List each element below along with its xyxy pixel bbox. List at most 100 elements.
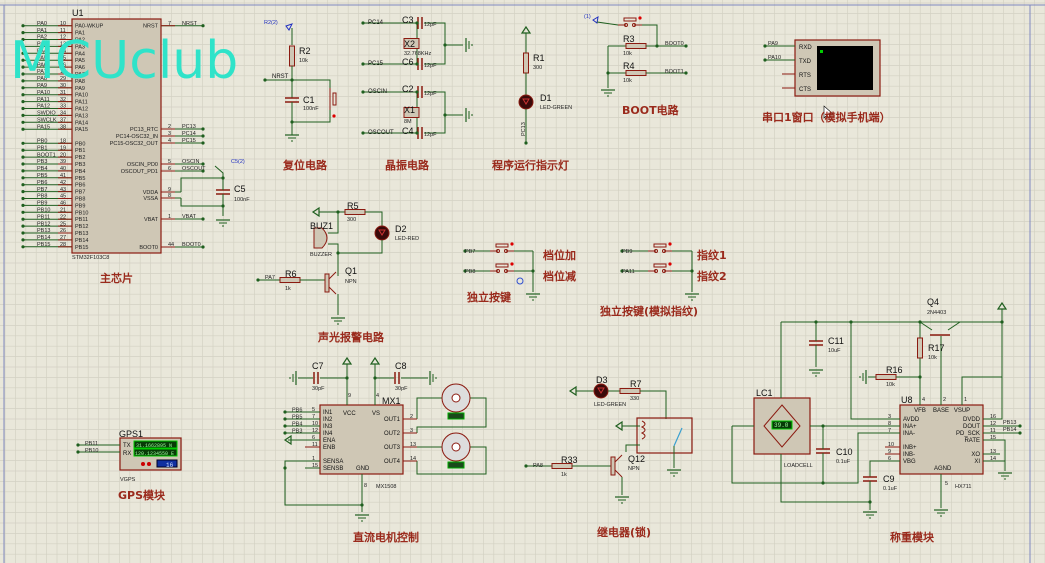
- c5-ref: C5: [234, 184, 246, 194]
- mcu-pin-name: PA0-WKUP: [75, 24, 104, 30]
- mcu-pin-name: PC15-OSC32_OUT: [110, 141, 159, 147]
- mcu-net-label: PB3: [37, 159, 47, 165]
- u8-pin-name: INB+: [903, 445, 917, 451]
- motor-speed-display: [447, 461, 465, 469]
- mx1-pin-number: 6: [312, 435, 315, 441]
- dc-motor: [451, 442, 461, 452]
- alarm-circuit[interactable]: R5 300 D2 LED-RED BUZ1 BUZZER Q1 NPN R6 …: [265, 201, 419, 344]
- terminal-pin-cts: CTS: [799, 87, 811, 93]
- mx1-net-label: PB5: [292, 415, 302, 421]
- gps-satellites: 16: [166, 462, 174, 469]
- wire: [961, 322, 1003, 405]
- net-oscin: OSCIN: [368, 89, 387, 95]
- mcu-pin-number: 39: [60, 159, 66, 165]
- schematic-svg[interactable]: U1 STM32F103C8 PA0 10 PA0-WKUPPA1 11 PA1PA2 1…: [0, 0, 1045, 563]
- mcu-pin-number: 21: [60, 208, 66, 214]
- section-title-motor: 直流电机控制: [353, 530, 419, 544]
- c9-ref: C9: [883, 474, 895, 484]
- r33-value: 1k: [561, 472, 567, 478]
- net-nrst: NRST: [272, 74, 289, 80]
- junction-dot: [690, 269, 694, 273]
- power-arrow-icon: [369, 356, 381, 365]
- q1-ref: Q1: [345, 266, 357, 276]
- q1-transistor: [324, 273, 330, 293]
- lc1-ref: LC1: [756, 388, 773, 398]
- probe-icon: [285, 23, 293, 31]
- crosshair-cursor-icon: [516, 277, 524, 285]
- net-pb7: PB7: [465, 249, 475, 255]
- mcu-pin-number: 8: [168, 193, 171, 199]
- mcu-pin-number: 5: [168, 159, 171, 165]
- watermark-logo: MCUclub: [10, 31, 238, 91]
- c2-value: 12pF: [424, 91, 437, 97]
- button-state-dot: [668, 262, 672, 266]
- u8-pin-number: 3: [888, 414, 891, 420]
- terminal-pin-rxd: RXD: [799, 45, 812, 51]
- r6-ref: R6: [285, 269, 297, 279]
- mx1-net-label: PB6: [292, 408, 302, 414]
- section-title-gps: GPS模块: [118, 488, 166, 502]
- probe-r2[interactable]: R2(2): [264, 20, 278, 26]
- d3-led: [593, 383, 609, 399]
- push-button: [495, 243, 509, 248]
- mcu-pin-name: PB12: [75, 224, 88, 230]
- mcu-pin-name: PB8: [75, 197, 85, 203]
- mx1-pin-number: 2: [410, 414, 413, 420]
- junction-dot: [263, 78, 267, 82]
- mcu-part: STM32F103C8: [72, 255, 109, 261]
- section-title-finger: 独立按键(模拟指纹): [599, 304, 698, 318]
- gps-part: VGPS: [120, 477, 136, 483]
- buz1-value: BUZZER: [310, 252, 332, 258]
- q1-transistor: [328, 286, 337, 295]
- mcu-net-label: PB1: [37, 145, 47, 151]
- wire: [180, 198, 223, 207]
- power-arrow-icon: [311, 206, 320, 218]
- r6-value: 1k: [285, 286, 291, 292]
- r5-ref: R5: [347, 201, 359, 211]
- mx1-pin-name: ENA: [323, 438, 335, 444]
- u8-pin-number: 7: [888, 428, 891, 434]
- x2-ref: X2: [404, 39, 415, 49]
- mcu-net-label: OSCOUT: [182, 166, 206, 172]
- c3-value: 12pF: [424, 22, 437, 28]
- mcu-pin-name: PB6: [75, 183, 85, 189]
- net-pa9: PA9: [768, 41, 778, 47]
- junction-dot: [360, 503, 364, 507]
- junction-dot: [684, 71, 688, 75]
- junction-dot: [606, 71, 610, 75]
- mcu-pin-number: 27: [60, 235, 66, 241]
- mcu-pin-number: 46: [60, 201, 66, 207]
- mcu-pin-number: 37: [60, 118, 66, 124]
- r7-value: 330: [630, 396, 639, 402]
- d2-value: LED-RED: [395, 236, 419, 242]
- r5-value: 300: [347, 217, 356, 223]
- r3-ref: R3: [623, 34, 635, 44]
- dc-motor: [451, 393, 461, 403]
- junction-dot: [443, 113, 447, 117]
- d1-value: LED-GREEN: [540, 105, 572, 111]
- r4-value: 10k: [623, 78, 632, 84]
- button-state-dot: [510, 242, 514, 246]
- r4-ref: R4: [623, 61, 635, 71]
- section-title-crystal: 晶振电路: [385, 158, 430, 172]
- probe-c5[interactable]: C5(2): [231, 159, 245, 165]
- relay-circuit[interactable]: D3 LED-GREEN R7 330 Q12 NPN R33 1k PA8 继…: [533, 375, 651, 539]
- junction-dot: [361, 90, 365, 94]
- mcu-net-label: PB13: [37, 228, 50, 234]
- q12-ref: Q12: [628, 454, 645, 464]
- junction-dot: [361, 131, 365, 135]
- u8-pin-name: VSUP: [954, 408, 970, 414]
- mcu-pin-number: 44: [168, 242, 174, 248]
- d3-value: LED-GREEN: [594, 402, 626, 408]
- u8-pin-number: 9: [888, 449, 891, 455]
- schematic-canvas[interactable]: U1 STM32F103C8 PA0 10 PA0-WKUP PA1 11 PA1 PA2 1…: [0, 0, 1045, 563]
- junction-dot: [361, 21, 365, 25]
- mcu-net-label: BOOT1: [37, 152, 56, 158]
- mx1-pin-name: OUT2: [384, 431, 401, 437]
- mcu-pin-number: 26: [60, 228, 66, 234]
- c4-value: 12pF: [424, 132, 437, 138]
- mx1-vs: VS: [372, 411, 380, 417]
- net-pb9: PB9: [622, 249, 632, 255]
- probe-boot[interactable]: (1): [584, 14, 591, 20]
- mcu-pin-number: 1: [168, 214, 171, 220]
